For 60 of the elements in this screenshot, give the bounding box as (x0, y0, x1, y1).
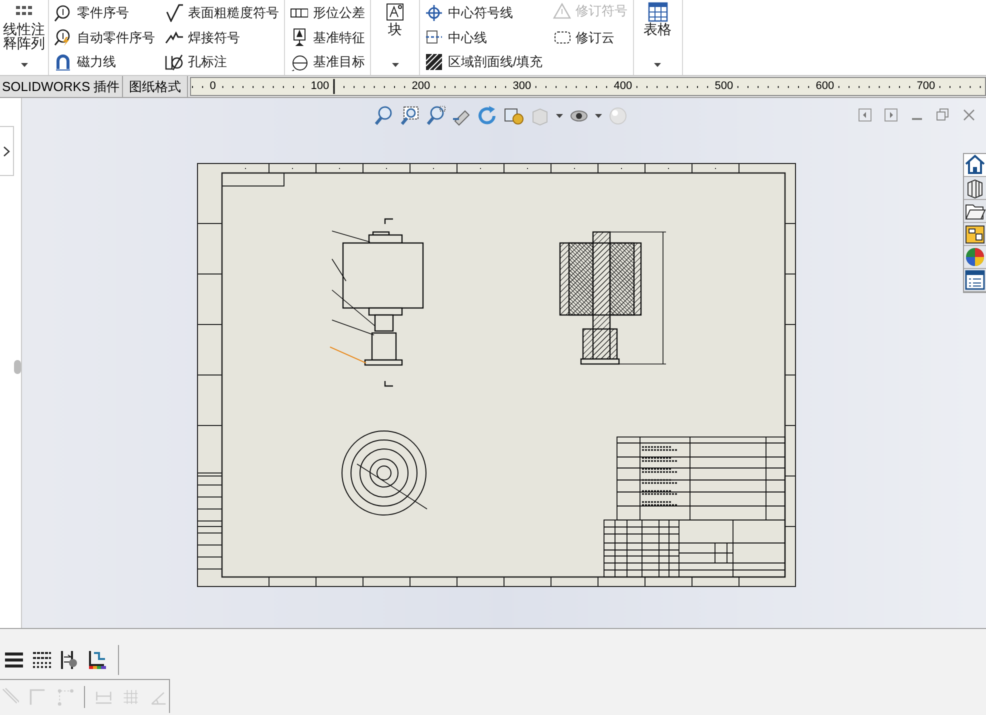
close-icon[interactable] (962, 108, 976, 122)
hide-edge-icon[interactable] (60, 650, 80, 670)
ribbon-button[interactable]: 区域剖面线/填充 (425, 52, 543, 72)
ribbon-button[interactable]: 孔标注 (165, 52, 279, 72)
zoom-to-fit-icon[interactable] (374, 106, 394, 126)
line-weight-icon[interactable] (4, 650, 24, 670)
ribbon-button-label[interactable]: 线性注释阵列 (3, 22, 45, 50)
ribbon-button-label[interactable]: 表格 (636, 22, 679, 36)
ribbon-button-label[interactable]: 块 (374, 22, 416, 36)
color-wheel-icon (964, 246, 986, 268)
restore-icon[interactable] (936, 108, 950, 122)
warning-triangle-icon (552, 2, 571, 20)
balloon-lightning-icon (54, 28, 72, 46)
caret-icon[interactable] (556, 114, 563, 118)
magnet-icon (54, 52, 72, 71)
ribbon-button[interactable]: 修订云 (552, 28, 628, 47)
centerline-icon (425, 28, 443, 46)
ribbon-button[interactable]: 焊接符号 (165, 28, 279, 48)
ribbon-button[interactable]: 磁力线 (54, 52, 155, 72)
task-pane-tab[interactable] (964, 200, 986, 223)
list-view-icon (964, 269, 986, 291)
caret-icon[interactable] (654, 63, 662, 67)
hatch-fill-icon (425, 52, 443, 71)
sheet-tab[interactable]: SOLIDWORKS 插件 (0, 76, 123, 97)
task-pane-tab[interactable] (964, 154, 986, 177)
numbered-balloon-icon (54, 4, 72, 22)
zoom-area-icon[interactable] (400, 106, 420, 126)
home-icon (964, 154, 986, 176)
hole-callout-icon (165, 52, 183, 71)
task-pane-tab[interactable] (964, 269, 986, 292)
center-mark-icon (425, 4, 443, 22)
ribbon-button[interactable]: 自动零件序号 (54, 28, 155, 48)
ribbon-button[interactable]: 表面粗糙度符号 (165, 3, 279, 23)
ribbon-button[interactable]: 形位公差 (290, 3, 365, 23)
palette-chart-icon (964, 223, 986, 245)
datum-target-icon (290, 52, 308, 71)
color-layer-icon[interactable] (88, 650, 108, 670)
caret-icon[interactable] (595, 114, 602, 118)
task-pane-tab[interactable] (964, 177, 986, 200)
task-pane-tab[interactable] (964, 223, 986, 246)
chevron-right-icon (3, 146, 10, 156)
ribbon-button[interactable]: 基准目标 (290, 52, 365, 72)
tile-left-icon[interactable] (858, 108, 872, 122)
caret-icon[interactable] (20, 63, 28, 67)
expand-panel-button[interactable] (0, 126, 14, 176)
tile-right-icon[interactable] (884, 108, 898, 122)
ribbon-button[interactable]: 中心符号线 (425, 3, 543, 23)
block-icon (385, 2, 405, 22)
caret-icon[interactable] (392, 63, 398, 67)
ribbon-button[interactable]: 中心线 (425, 28, 543, 48)
splitter-handle[interactable] (14, 360, 21, 374)
rotate-arrow-icon[interactable] (478, 106, 498, 126)
document-coins-icon[interactable] (504, 106, 524, 126)
ribbon-button[interactable]: 零件序号 (54, 3, 155, 23)
zoom-box-icon[interactable] (426, 106, 446, 126)
sheet-tab[interactable]: 图纸格式 (122, 76, 188, 97)
surface-finish-icon (165, 4, 183, 22)
ribbon-button[interactable]: 基准特征 (290, 28, 365, 48)
dotted-corner-icon[interactable] (56, 686, 74, 706)
line-style-icon[interactable] (32, 650, 52, 670)
